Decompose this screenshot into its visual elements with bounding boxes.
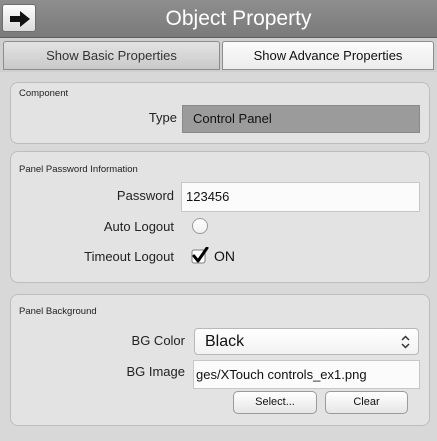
component-heading: Component bbox=[19, 88, 69, 99]
password-label: Password bbox=[116, 188, 174, 203]
background-group: Panel Background BG Color Black BG Image… bbox=[10, 294, 430, 426]
auto-logout-radio[interactable] bbox=[192, 218, 208, 234]
title-bar: Object Property bbox=[0, 0, 437, 38]
password-info-group: Panel Password Information Password 1234… bbox=[10, 151, 430, 283]
tab-bar: Show Basic Properties Show Advance Prope… bbox=[0, 38, 437, 72]
object-property-panel: Object Property Show Basic Properties Sh… bbox=[0, 0, 437, 441]
password-input[interactable]: 123456 bbox=[181, 182, 420, 212]
timeout-logout-checkbox[interactable] bbox=[191, 246, 209, 264]
up-down-chevron-icon bbox=[401, 335, 410, 349]
password-info-heading: Panel Password Information bbox=[19, 164, 138, 175]
background-heading: Panel Background bbox=[19, 306, 97, 317]
clear-button[interactable]: Clear bbox=[325, 391, 408, 414]
window-title: Object Property bbox=[165, 7, 312, 30]
bg-color-label: BG Color bbox=[131, 333, 185, 348]
bg-image-input[interactable]: ges/XTouch controls_ex1.png bbox=[193, 360, 420, 389]
type-label: Type bbox=[148, 110, 177, 125]
bg-color-value: Black bbox=[205, 333, 245, 350]
tab-basic-properties[interactable]: Show Basic Properties bbox=[3, 41, 220, 70]
auto-logout-label: Auto Logout bbox=[103, 219, 174, 234]
select-button[interactable]: Select... bbox=[233, 391, 317, 414]
type-field: Control Panel bbox=[182, 105, 420, 133]
back-button[interactable] bbox=[2, 4, 36, 32]
right-arrow-icon bbox=[10, 11, 30, 27]
bg-color-select[interactable]: Black bbox=[194, 328, 419, 355]
checkmark-icon bbox=[191, 246, 209, 264]
component-group: Component Type Control Panel bbox=[10, 82, 430, 144]
bg-image-label: BG Image bbox=[126, 364, 185, 379]
tab-advance-properties[interactable]: Show Advance Properties bbox=[222, 41, 434, 70]
timeout-on-label: ON bbox=[214, 248, 235, 264]
timeout-logout-label: Timeout Logout bbox=[84, 249, 174, 264]
